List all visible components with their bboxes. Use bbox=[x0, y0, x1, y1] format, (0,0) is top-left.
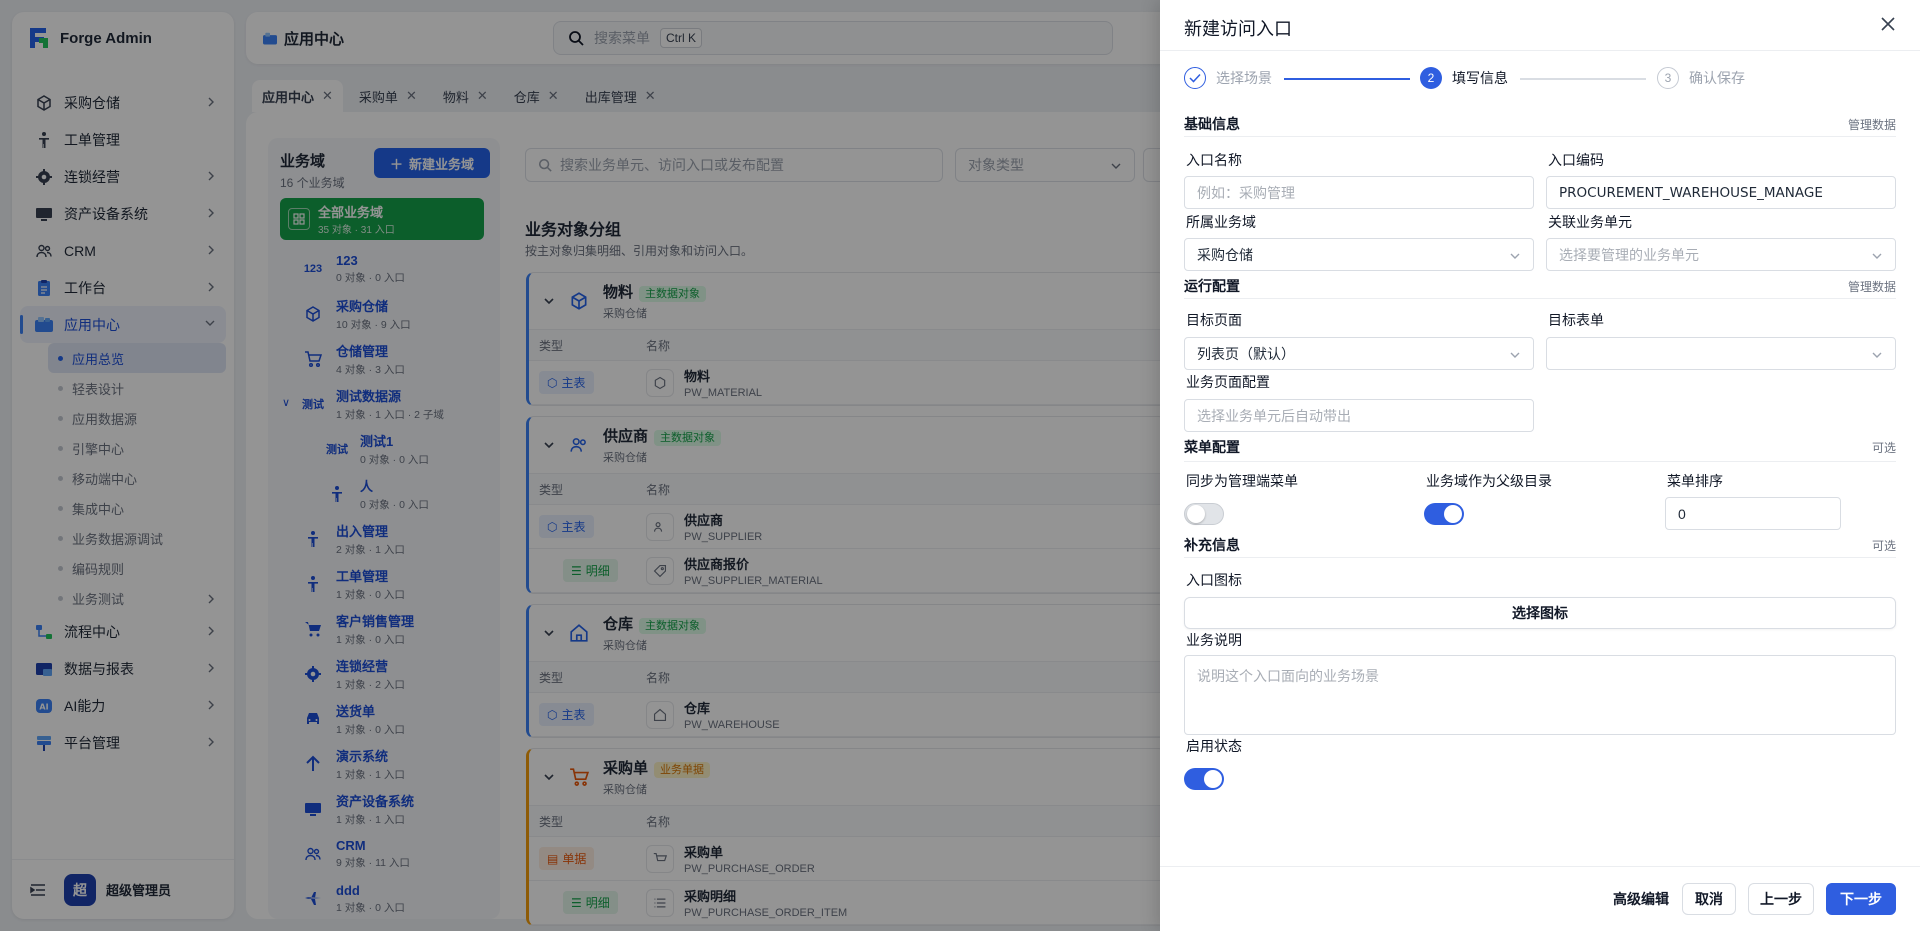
manage-data-link[interactable]: 管理数据 bbox=[1848, 116, 1896, 133]
divider bbox=[1184, 557, 1896, 558]
step-2[interactable]: 2 填写信息 bbox=[1420, 67, 1508, 89]
close-icon[interactable] bbox=[1880, 16, 1898, 34]
button-label: 高级编辑 bbox=[1613, 891, 1669, 907]
textarea-placeholder: 说明这个入口面向的业务场景 bbox=[1197, 668, 1379, 684]
step-3[interactable]: 3 确认保存 bbox=[1657, 67, 1745, 89]
divider bbox=[1184, 298, 1896, 299]
step-number: 3 bbox=[1657, 67, 1679, 89]
manage-data-link[interactable]: 管理数据 bbox=[1848, 278, 1896, 295]
target-page-select[interactable]: 列表页（默认） bbox=[1184, 337, 1534, 370]
target-form-select[interactable] bbox=[1546, 337, 1896, 370]
button-label: 下一步 bbox=[1840, 891, 1882, 907]
next-step-button[interactable]: 下一步 bbox=[1826, 883, 1896, 915]
menu-order-label: 菜单排序 bbox=[1667, 473, 1723, 489]
check-icon bbox=[1184, 67, 1206, 89]
drawer-title: 新建访问入口 bbox=[1184, 19, 1292, 39]
domain-label: 所属业务域 bbox=[1186, 214, 1256, 230]
input-value: PROCUREMENT_WAREHOUSE_MANAGE bbox=[1559, 184, 1823, 201]
toggle-knob bbox=[1444, 505, 1462, 523]
description-label: 业务说明 bbox=[1186, 632, 1242, 648]
unit-label: 关联业务单元 bbox=[1548, 214, 1632, 230]
select-value: 采购仓储 bbox=[1197, 246, 1253, 263]
page-config-label: 业务页面配置 bbox=[1186, 374, 1270, 390]
prev-step-button[interactable]: 上一步 bbox=[1748, 883, 1814, 915]
menu-order-input[interactable]: 0 bbox=[1665, 497, 1841, 530]
button-label: 取消 bbox=[1695, 891, 1723, 907]
step-1[interactable]: 选择场景 bbox=[1184, 67, 1272, 89]
chevron-down-icon bbox=[1871, 350, 1883, 360]
button-label: 上一步 bbox=[1760, 891, 1802, 907]
chevron-down-icon bbox=[1509, 350, 1521, 360]
input-placeholder: 例如：采购管理 bbox=[1197, 184, 1295, 201]
step-connector bbox=[1520, 78, 1646, 80]
step-label: 确认保存 bbox=[1689, 70, 1745, 86]
step-connector bbox=[1284, 78, 1410, 80]
entry-name-label: 入口名称 bbox=[1186, 152, 1242, 168]
divider bbox=[1160, 866, 1920, 867]
section-title-extra: 补充信息 bbox=[1184, 537, 1240, 553]
cancel-button[interactable]: 取消 bbox=[1682, 883, 1736, 915]
divider bbox=[1184, 461, 1896, 462]
entry-code-input[interactable]: PROCUREMENT_WAREHOUSE_MANAGE bbox=[1546, 176, 1896, 209]
divider bbox=[1160, 50, 1920, 51]
stepper: 选择场景 2 填写信息 3 确认保存 bbox=[1184, 67, 1920, 89]
advanced-edit-button[interactable]: 高级编辑 bbox=[1595, 883, 1687, 915]
page-config-input[interactable]: 选择业务单元后自动带出 bbox=[1184, 399, 1534, 432]
step-label: 选择场景 bbox=[1216, 70, 1272, 86]
domain-parent-label: 业务域作为父级目录 bbox=[1426, 473, 1552, 489]
step-number: 2 bbox=[1420, 67, 1442, 89]
step-label: 填写信息 bbox=[1452, 70, 1508, 86]
description-textarea[interactable]: 说明这个入口面向的业务场景 bbox=[1184, 655, 1896, 735]
input-placeholder: 选择业务单元后自动带出 bbox=[1197, 407, 1351, 424]
section-title-basic: 基础信息 bbox=[1184, 116, 1240, 132]
divider bbox=[1184, 136, 1896, 137]
sync-menu-label: 同步为管理端菜单 bbox=[1186, 473, 1298, 489]
target-page-label: 目标页面 bbox=[1186, 312, 1242, 328]
new-entry-drawer: 新建访问入口 选择场景 2 填写信息 3 确认保存 基础信息 管理数据 入口名称… bbox=[1160, 0, 1920, 931]
enabled-label: 启用状态 bbox=[1186, 738, 1242, 754]
toggle-knob bbox=[1204, 770, 1222, 788]
button-label: 选择图标 bbox=[1512, 605, 1568, 621]
section-title-menu: 菜单配置 bbox=[1184, 439, 1240, 455]
entry-code-label: 入口编码 bbox=[1548, 152, 1604, 168]
enabled-toggle[interactable] bbox=[1184, 768, 1224, 790]
unit-select[interactable]: 选择要管理的业务单元 bbox=[1546, 238, 1896, 271]
entry-name-input[interactable]: 例如：采购管理 bbox=[1184, 176, 1534, 209]
section-title-runtime: 运行配置 bbox=[1184, 278, 1240, 294]
select-value: 列表页（默认） bbox=[1197, 345, 1295, 362]
domain-parent-toggle[interactable] bbox=[1424, 503, 1464, 525]
sync-menu-toggle[interactable] bbox=[1184, 503, 1224, 525]
select-placeholder: 选择要管理的业务单元 bbox=[1559, 246, 1699, 263]
entry-icon-label: 入口图标 bbox=[1186, 572, 1242, 588]
optional-hint: 可选 bbox=[1871, 539, 1896, 553]
select-icon-button[interactable]: 选择图标 bbox=[1184, 597, 1896, 629]
target-form-label: 目标表单 bbox=[1548, 312, 1604, 328]
chevron-down-icon bbox=[1509, 251, 1521, 261]
toggle-knob bbox=[1187, 505, 1205, 523]
domain-select[interactable]: 采购仓储 bbox=[1184, 238, 1534, 271]
chevron-down-icon bbox=[1871, 251, 1883, 261]
optional-hint: 可选 bbox=[1871, 441, 1896, 455]
input-value: 0 bbox=[1678, 505, 1686, 522]
